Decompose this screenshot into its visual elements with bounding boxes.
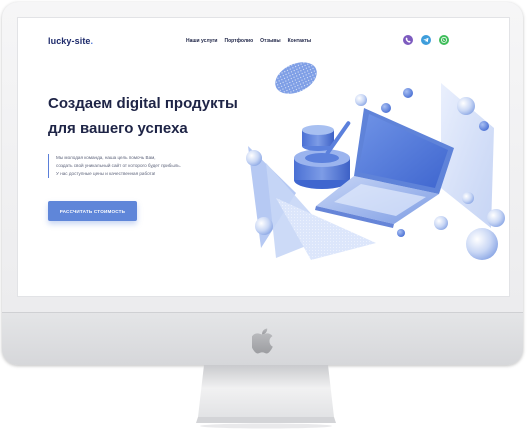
logo-dot: . [90, 36, 94, 46]
hero-title-line2: для вашего успеха [48, 120, 188, 137]
hero-illustration [246, 62, 505, 260]
hero-description-line: Мы молодая команда, наша цель помочь Вам… [56, 155, 156, 160]
monitor-stand [196, 365, 336, 429]
nav-link-portfolio[interactable]: Портфолио [225, 38, 254, 44]
social-links [403, 35, 449, 45]
hero-title-line1: Создаем digital продукты [48, 95, 238, 112]
nav-link-contacts[interactable]: Контакты [288, 38, 312, 44]
site-logo[interactable]: lucky-site. [48, 36, 93, 46]
whatsapp-icon[interactable] [439, 35, 449, 45]
hero-description-line: У нас доступные цены и качественная рабо… [56, 171, 156, 176]
hero-description-line: создать свой уникальный сайт от которого… [56, 163, 181, 168]
nav-link-services[interactable]: Наши услуги [186, 38, 218, 44]
hero-description: Мы молодая команда, наша цель помочь Вам… [48, 154, 198, 178]
logo-text: lucky-site [48, 36, 91, 46]
calculate-cost-button[interactable]: РАССЧИТАТЬ СТОИМОСТЬ [48, 201, 137, 221]
apple-icon [252, 328, 273, 354]
main-nav: Наши услуги Портфолио Отзывы Контакты [186, 38, 311, 44]
telegram-icon[interactable] [421, 35, 431, 45]
website-screen: lucky-site. Наши услуги Портфолио Отзывы… [18, 18, 509, 296]
viber-icon[interactable] [403, 35, 413, 45]
nav-link-reviews[interactable]: Отзывы [260, 38, 280, 44]
